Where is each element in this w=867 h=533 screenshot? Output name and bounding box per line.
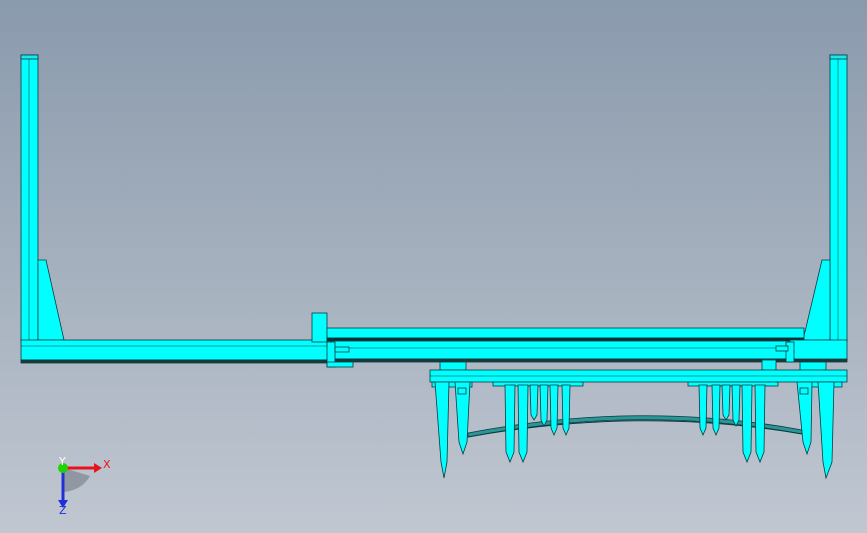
y-axis-label: Y	[58, 455, 66, 468]
cad-model-view[interactable]: X Y Z	[0, 0, 867, 533]
probe-midright-4[interactable]	[731, 384, 741, 427]
probe-midleft-1[interactable]	[504, 384, 516, 464]
left-gusset[interactable]	[37, 259, 65, 341]
probe-right-2[interactable]	[817, 381, 835, 480]
probe-midleft-3[interactable]	[529, 384, 539, 421]
probe-midright-6[interactable]	[754, 384, 766, 464]
probe-midleft-2[interactable]	[517, 384, 529, 464]
left-upright-post-cap[interactable]	[20, 54, 39, 60]
carriage-connector-right[interactable]	[799, 361, 827, 371]
center-block[interactable]	[761, 359, 777, 371]
base-beam-bottom-strip[interactable]	[20, 359, 332, 364]
right-upright-post[interactable]	[829, 54, 848, 343]
left-clamp-tab[interactable]	[334, 346, 350, 353]
probe-midright-5[interactable]	[741, 384, 753, 464]
left-base-beam[interactable]	[20, 339, 332, 361]
probe-midleft-4[interactable]	[539, 384, 549, 427]
cad-viewport[interactable]: X Y Z	[0, 0, 867, 533]
probe-right-1-collar[interactable]	[799, 387, 809, 395]
top-rail[interactable]	[326, 327, 805, 339]
probe-midright-1[interactable]	[698, 384, 708, 437]
right-clamp-tab[interactable]	[775, 345, 789, 352]
coordinate-triad[interactable]: X Y Z	[58, 455, 111, 517]
x-axis-arrowhead	[94, 463, 102, 473]
assembly-model[interactable]	[20, 54, 848, 480]
right-clamp[interactable]	[785, 341, 795, 363]
left-upright-post[interactable]	[20, 54, 39, 343]
z-axis-label: Z	[59, 504, 67, 517]
stop-block[interactable]	[311, 312, 328, 343]
probe-midright-2[interactable]	[711, 384, 721, 437]
right-gusset[interactable]	[802, 259, 831, 341]
right-base-beam[interactable]	[789, 339, 848, 361]
carriage-connector-left[interactable]	[439, 361, 467, 371]
probe-midleft-6[interactable]	[561, 384, 571, 437]
probe-midleft-5[interactable]	[549, 384, 559, 437]
lower-rail[interactable]	[330, 340, 831, 360]
probe-midright-3[interactable]	[721, 384, 731, 421]
right-upright-post-cap[interactable]	[829, 54, 848, 60]
probe-left-1[interactable]	[433, 381, 450, 479]
top-rail-dark-edge[interactable]	[326, 337, 805, 342]
triad-shadow	[64, 468, 90, 492]
left-clamp-foot[interactable]	[326, 361, 354, 368]
probe-left-2-collar[interactable]	[457, 387, 467, 395]
x-axis-label: X	[103, 458, 111, 471]
